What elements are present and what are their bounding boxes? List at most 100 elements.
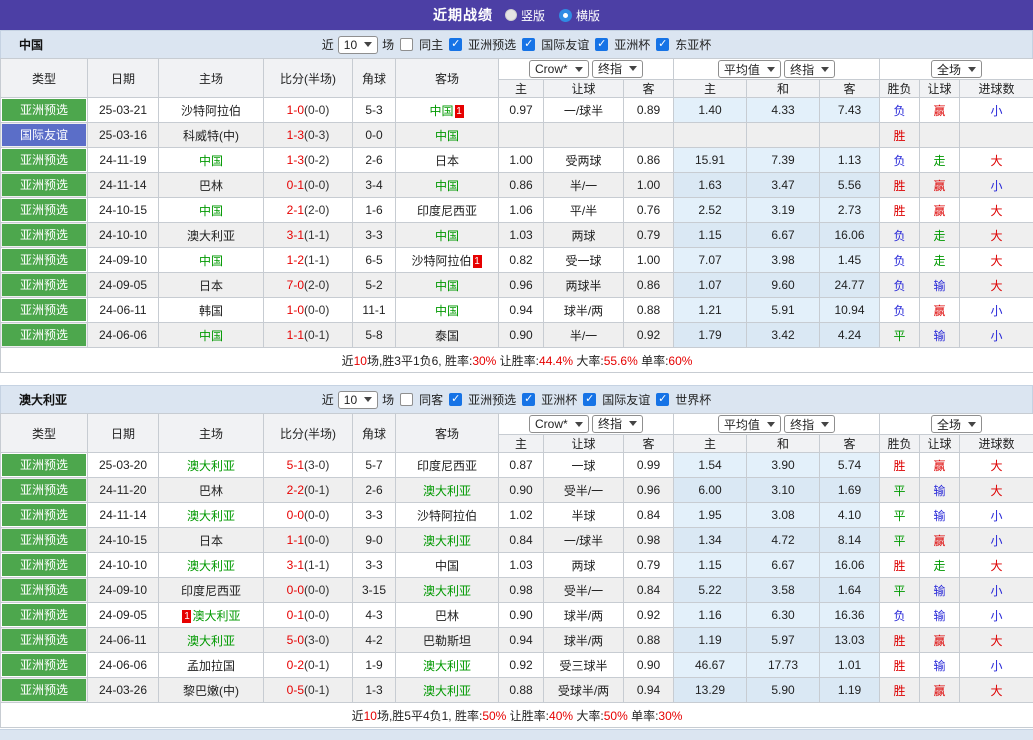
avg-draw-odds: 17.73 [747, 653, 820, 678]
avg-home-odds: 46.67 [674, 653, 747, 678]
league-checkbox[interactable]: ✓ [656, 393, 669, 406]
league-label: 亚洲预选 [468, 391, 516, 408]
league-checkbox[interactable]: ✓ [583, 393, 596, 406]
avg-draw-odds: 5.90 [747, 678, 820, 703]
away-team-name: 中国 [435, 179, 459, 193]
goals-result-cell: 大 [960, 453, 1033, 478]
same-venue-checkbox[interactable] [400, 38, 413, 51]
goals-result-cell: 大 [960, 478, 1033, 503]
avg-home-odds: 15.91 [674, 148, 747, 173]
result-cell: 负 [880, 273, 920, 298]
handicap-odds-away [624, 123, 674, 148]
same-venue-checkbox[interactable] [400, 393, 413, 406]
away-team-name: 沙特阿拉伯 [417, 509, 477, 523]
result-cell: 负 [880, 298, 920, 323]
layout-horizontal-option[interactable]: 横版 [559, 7, 600, 24]
sub-handicap: 让球 [544, 435, 624, 453]
handicap-odds-home: 0.88 [499, 678, 544, 703]
fulltime-score: 1-1 [287, 328, 304, 342]
halftime-score: (3-0) [304, 458, 329, 472]
league-checkbox[interactable]: ✓ [522, 393, 535, 406]
odds-time-select[interactable]: 终指 [592, 415, 643, 433]
avg-draw-odds: 3.58 [747, 578, 820, 603]
handicap-odds-away: 0.98 [624, 528, 674, 553]
summary-segment: 44.4% [539, 354, 573, 368]
layout-vertical-option[interactable]: 竖版 [505, 7, 545, 24]
radio-horizontal-icon[interactable] [559, 9, 572, 22]
league-checkbox[interactable]: ✓ [522, 38, 535, 51]
avg-time-select[interactable]: 终指 [784, 60, 835, 78]
chevron-down-icon [575, 422, 583, 427]
scope-select[interactable]: 全场 [931, 60, 982, 78]
summary-segment: 大率: [573, 354, 604, 368]
league-checkbox[interactable]: ✓ [449, 393, 462, 406]
handicap-odds-away: 0.84 [624, 503, 674, 528]
col-type: 类型 [1, 414, 88, 453]
col-date: 日期 [88, 59, 159, 98]
score-cell: 5-0(3-0) [264, 628, 353, 653]
league-checkbox[interactable]: ✓ [595, 38, 608, 51]
check-icon: ✓ [597, 39, 606, 50]
scope-select[interactable]: 全场 [931, 415, 982, 433]
avg-away-odds: 13.03 [820, 628, 880, 653]
handicap-result-cell: 赢 [920, 198, 960, 223]
handicap-odds-away: 0.88 [624, 628, 674, 653]
radio-vertical-icon[interactable] [505, 9, 517, 21]
match-row: 亚洲预选25-03-20澳大利亚5-1(3-0)5-7印度尼西亚0.87一球0.… [1, 453, 1033, 478]
away-team-cell: 日本 [396, 148, 499, 173]
avg-draw-odds: 3.42 [747, 323, 820, 348]
handicap-odds-home: 0.90 [499, 478, 544, 503]
away-team-name: 中国 [429, 104, 453, 118]
handicap-line: 受两球 [544, 148, 624, 173]
section-team-title: 中国 [19, 36, 43, 53]
halftime-score: (0-3) [304, 128, 329, 142]
league-badge: 亚洲预选 [2, 654, 86, 676]
avg-draw-odds: 3.08 [747, 503, 820, 528]
handicap-odds-home: 0.92 [499, 653, 544, 678]
avg-source-select[interactable]: 平均值 [718, 60, 781, 78]
home-team-name: 黎巴嫩(中) [183, 684, 239, 698]
col-corner: 角球 [353, 59, 396, 98]
match-count-select[interactable]: 10 [338, 36, 378, 54]
section-filter-bar: 澳大利亚近10场同客✓亚洲预选✓亚洲杯✓国际友谊✓世界杯 [0, 385, 1033, 413]
avg-source-select[interactable]: 平均值 [718, 415, 781, 433]
avg-time-select[interactable]: 终指 [784, 415, 835, 433]
league-badge: 亚洲预选 [2, 479, 86, 501]
odds-source-select[interactable]: Crow* [529, 415, 589, 433]
corner-cell: 5-8 [353, 323, 396, 348]
result-cell: 平 [880, 503, 920, 528]
handicap-odds-away: 0.79 [624, 223, 674, 248]
fulltime-score: 0-0 [287, 508, 304, 522]
goals-result-cell: 小 [960, 298, 1033, 323]
date-cell: 24-03-26 [88, 678, 159, 703]
league-checkbox[interactable]: ✓ [656, 38, 669, 51]
section-summary: 近10场,胜5平4负1, 胜率:50% 让胜率:40% 大率:50% 单率:30… [1, 703, 1033, 728]
fulltime-score: 7-0 [287, 278, 304, 292]
league-checkbox[interactable]: ✓ [449, 38, 462, 51]
summary-segment: 30% [658, 709, 682, 723]
match-row: 亚洲预选25-03-21沙特阿拉伯1-0(0-0)5-3中国10.97一/球半0… [1, 98, 1033, 123]
result-cell: 胜 [880, 653, 920, 678]
handicap-line: 球半/两 [544, 298, 624, 323]
odds-time-select[interactable]: 终指 [592, 60, 643, 78]
home-team-cell: 日本 [159, 273, 264, 298]
corner-cell: 5-7 [353, 453, 396, 478]
odds-source-group: Crow* 终指 [499, 414, 674, 435]
halftime-score: (1-1) [304, 253, 329, 267]
fulltime-score: 1-3 [287, 153, 304, 167]
home-team-cell: 澳大利亚 [159, 628, 264, 653]
corner-cell: 9-0 [353, 528, 396, 553]
goals-result-cell [960, 123, 1033, 148]
match-count-select[interactable]: 10 [338, 391, 378, 409]
away-team-cell: 澳大利亚 [396, 528, 499, 553]
handicap-line: 两球半 [544, 273, 624, 298]
home-team-name: 澳大利亚 [187, 634, 235, 648]
sub-avg-home: 主 [674, 80, 747, 98]
handicap-result-cell: 赢 [920, 173, 960, 198]
sub-odds-home: 主 [499, 435, 544, 453]
away-team-name: 巴林 [435, 609, 459, 623]
result-cell: 平 [880, 528, 920, 553]
away-team-name: 澳大利亚 [423, 684, 471, 698]
halftime-score: (0-1) [304, 328, 329, 342]
odds-source-select[interactable]: Crow* [529, 60, 589, 78]
